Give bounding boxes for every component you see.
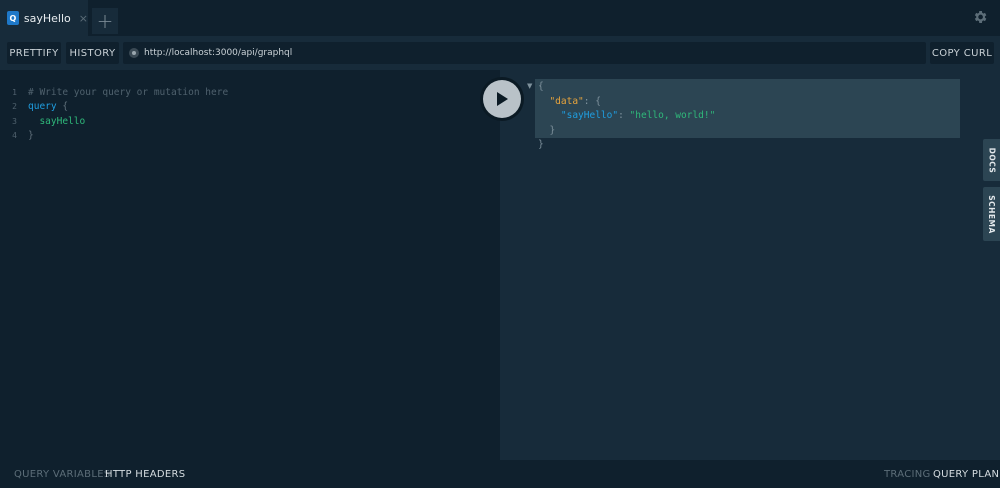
json-inner-close: } <box>549 124 556 136</box>
query-badge-icon: Q <box>7 11 19 25</box>
line-number: 4 <box>12 131 17 141</box>
keyword-query: query <box>28 101 57 113</box>
fold-arrow-icon[interactable]: ▼ <box>527 82 532 90</box>
docs-tab[interactable]: DOCS <box>983 139 1000 181</box>
run-button-face <box>483 80 521 118</box>
json-separator: : { <box>583 95 601 107</box>
editor-line: 2 query { <box>0 100 500 115</box>
endpoint-url-input[interactable]: http://localhost:3000/api/graphql <box>123 42 926 64</box>
json-value: "hello, world!" <box>629 110 716 121</box>
http-headers-tab[interactable]: HTTP HEADERS <box>105 469 185 480</box>
line-number: 2 <box>12 102 17 112</box>
tab-bar: Q sayHello × + <box>0 0 1000 36</box>
copy-curl-button[interactable]: COPY CURL <box>930 42 994 64</box>
json-outer-close: } <box>538 139 544 150</box>
comment-text: # Write your query or mutation here <box>28 86 229 98</box>
run-query-button[interactable] <box>480 77 524 121</box>
docs-tab-label: DOCS <box>987 147 996 173</box>
line-number: 1 <box>12 87 17 97</box>
result-json: { "data": { "sayHello": "hello, world!" … <box>538 81 715 154</box>
play-icon <box>497 92 508 106</box>
tracing-tab[interactable]: TRACING <box>884 469 931 480</box>
schema-tab[interactable]: SCHEMA <box>983 187 1000 241</box>
history-button[interactable]: HISTORY <box>66 42 119 64</box>
prettify-button[interactable]: PRETTIFY <box>7 42 61 64</box>
schema-tab-label: SCHEMA <box>987 194 997 234</box>
endpoint-url-text: http://localhost:3000/api/graphql <box>144 48 293 58</box>
close-icon[interactable]: × <box>79 12 88 25</box>
json-separator: : <box>618 110 630 121</box>
editor-line: 1 # Write your query or mutation here <box>0 85 500 100</box>
add-tab-button[interactable]: + <box>92 8 118 34</box>
editor-line: 3 sayHello <box>0 114 500 129</box>
editor-line: 4 } <box>0 129 500 144</box>
field-sayhello: sayHello <box>28 115 86 127</box>
gear-icon[interactable] <box>972 9 988 25</box>
query-variables-tab[interactable]: QUERY VARIABLES <box>14 469 110 480</box>
open-brace: { <box>56 101 69 113</box>
tab-sayhello[interactable]: Q sayHello × <box>0 0 88 36</box>
json-key-data: "data" <box>549 95 584 107</box>
tab-title: sayHello <box>23 11 71 25</box>
bottom-bar: QUERY VARIABLES HTTP HEADERS TRACING QUE… <box>0 460 1000 488</box>
json-open-brace: { <box>538 81 544 92</box>
toolbar: PRETTIFY HISTORY http://localhost:3000/a… <box>0 36 1000 70</box>
query-plan-tab[interactable]: QUERY PLAN <box>933 469 999 480</box>
connection-status-icon <box>129 48 139 58</box>
json-key-sayhello: "sayHello" <box>560 110 619 121</box>
result-pane[interactable]: ▼ { "data": { "sayHello": "hello, world!… <box>500 70 1000 460</box>
editor-code: 1 # Write your query or mutation here 2 … <box>0 85 500 143</box>
query-editor[interactable]: 1 # Write your query or mutation here 2 … <box>0 70 500 460</box>
close-brace: } <box>28 130 34 142</box>
line-number: 3 <box>12 116 17 126</box>
